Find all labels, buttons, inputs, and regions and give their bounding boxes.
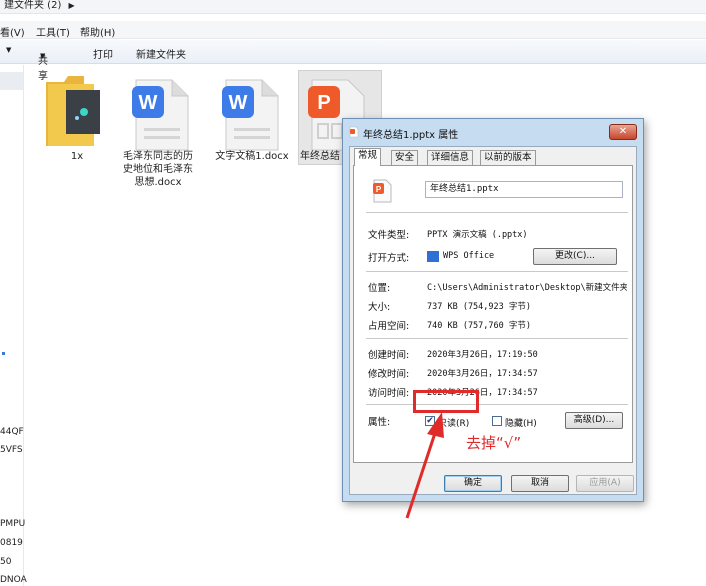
- ppt-letter: P: [376, 185, 382, 194]
- file-type-value: PPTX 演示文稿 (.pptx): [427, 230, 528, 240]
- created-label: 创建时间:: [368, 350, 410, 361]
- file-name: 文字文稿1.docx: [215, 151, 289, 162]
- file-type-label: 文件类型:: [368, 230, 410, 241]
- tab-previous-versions[interactable]: 以前的版本: [480, 150, 536, 165]
- close-icon[interactable]: ✕: [609, 124, 637, 140]
- location-value: C:\Users\Administrator\Desktop\新建文件夹: [427, 283, 627, 293]
- hidden-label[interactable]: 隐藏(H): [505, 416, 537, 429]
- disk-size-label: 占用空间:: [368, 321, 410, 332]
- pptx-file-icon: P: [373, 179, 392, 203]
- annotation-text: 去掉“√”: [466, 434, 522, 452]
- menu-view[interactable]: 看(V): [0, 24, 25, 39]
- cancel-button[interactable]: 取消: [511, 475, 569, 492]
- location-label: 位置:: [368, 283, 391, 294]
- menu-help[interactable]: 帮助(H): [80, 24, 115, 39]
- attributes-label: 属性:: [368, 417, 391, 428]
- created-value: 2020年3月26日，17:19:50: [427, 350, 538, 360]
- opens-with-label: 打开方式:: [368, 253, 410, 264]
- tab-details[interactable]: 详细信息: [427, 150, 474, 165]
- print-button[interactable]: 打印: [93, 46, 113, 61]
- window-title-bar: 建文件夹 (2) ▶: [0, 0, 706, 14]
- file-item-folder[interactable]: 1x: [42, 68, 112, 168]
- readonly-highlight-box: [413, 390, 479, 413]
- separator: [366, 338, 628, 339]
- new-folder-button[interactable]: 新建文件夹: [136, 46, 186, 61]
- pptx-title-icon: [349, 126, 359, 138]
- nav-item-label[interactable]: 0819: [0, 538, 23, 548]
- checkmark-icon: ✔: [426, 416, 434, 426]
- word-letter: W: [139, 92, 158, 114]
- tab-general[interactable]: 常规: [354, 148, 382, 166]
- menu-bar: 看(V) 工具(T) 帮助(H): [0, 21, 706, 39]
- file-name: 毛泽东同志的历史地位和毛泽东思想.docx: [123, 151, 193, 188]
- readonly-label[interactable]: 只读(R): [438, 416, 469, 429]
- opens-with-value: WPS Office: [443, 251, 495, 261]
- dialog-title: 年终总结1.pptx 属性: [363, 130, 459, 141]
- apply-button[interactable]: 应用(A): [576, 475, 634, 492]
- separator: [366, 212, 628, 213]
- modified-value: 2020年3月26日，17:34:57: [427, 369, 538, 379]
- separator: [366, 404, 628, 405]
- file-name-input[interactable]: 年终总结1.pptx: [425, 181, 623, 198]
- breadcrumb-arrow-icon[interactable]: ▶: [69, 0, 75, 12]
- separator: [366, 271, 628, 272]
- folder-icon: [46, 76, 100, 146]
- accessed-label: 访问时间:: [368, 388, 410, 399]
- share-caret-icon: ▼: [40, 52, 46, 60]
- file-item-docx[interactable]: W 毛泽东同志的历史地位和毛泽东思想.docx: [116, 68, 200, 198]
- word-doc-icon: W: [222, 79, 279, 151]
- advanced-button[interactable]: 高级(D)...: [565, 412, 623, 429]
- wps-office-icon: [427, 251, 439, 262]
- word-letter: W: [229, 92, 248, 114]
- organize-caret-icon[interactable]: ▼: [6, 46, 11, 54]
- file-name: 1x: [70, 151, 84, 162]
- nav-item-label[interactable]: 5VFS: [0, 445, 23, 455]
- tab-security[interactable]: 安全: [391, 150, 419, 165]
- file-item-docx[interactable]: W 文字文稿1.docx: [210, 68, 294, 168]
- nav-item-label[interactable]: 44QF: [0, 427, 24, 437]
- nav-item-label[interactable]: DNOA: [0, 575, 27, 585]
- size-label: 大小:: [368, 302, 391, 313]
- window-title: 建文件夹 (2): [4, 0, 62, 11]
- size-value: 737 KB (754,923 字节): [427, 302, 531, 312]
- word-doc-icon: W: [132, 79, 189, 151]
- hidden-checkbox[interactable]: [492, 416, 502, 426]
- nav-item-label[interactable]: 50: [0, 557, 11, 567]
- nav-marker-icon: [2, 352, 5, 355]
- nav-selected-item[interactable]: [0, 72, 23, 90]
- readonly-checkbox[interactable]: ✔: [425, 416, 435, 426]
- menu-tools[interactable]: 工具(T): [36, 24, 70, 39]
- disk-size-value: 740 KB (757,760 字节): [427, 321, 531, 331]
- ok-button[interactable]: 确定: [444, 475, 502, 492]
- change-button[interactable]: 更改(C)...: [533, 248, 617, 265]
- modified-label: 修改时间:: [368, 369, 410, 380]
- command-toolbar: ▼ 共享 ▼ 打印 新建文件夹: [0, 40, 706, 82]
- ppt-letter: P: [317, 92, 330, 114]
- nav-item-label[interactable]: PMPU: [0, 519, 25, 529]
- navigation-pane[interactable]: [0, 65, 24, 586]
- general-tab-panel: P 年终总结1.pptx 文件类型: PPTX 演示文稿 (.pptx) 打开方…: [353, 165, 633, 463]
